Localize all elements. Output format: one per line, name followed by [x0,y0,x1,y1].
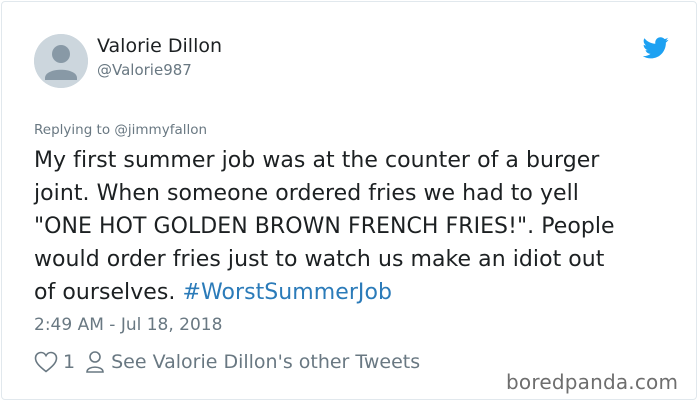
author-display-name[interactable]: Valorie Dillon [97,34,222,58]
replying-to[interactable]: Replying to @jimmyfallon [34,121,207,139]
tweet-text: My first summer job was at the counter o… [34,144,684,309]
tweet-timestamp[interactable]: 2:49 AM - Jul 18, 2018 [34,313,222,337]
tweet-actions: 1 See Valorie Dillon's other Tweets [34,348,420,376]
person-icon[interactable] [85,350,105,374]
watermark: boredpanda.com [506,370,679,394]
twitter-bird-icon[interactable] [642,37,669,59]
hashtag-link[interactable]: #WorstSummerJob [182,280,392,305]
other-tweets-link[interactable]: See Valorie Dillon's other Tweets [111,351,420,373]
heart-icon[interactable] [34,351,58,373]
default-avatar-icon[interactable] [34,34,88,88]
author-handle[interactable]: @Valorie987 [97,60,192,80]
like-count[interactable]: 1 [63,351,75,373]
tweet-card: Valorie Dillon @Valorie987 Replying to @… [1,1,697,400]
